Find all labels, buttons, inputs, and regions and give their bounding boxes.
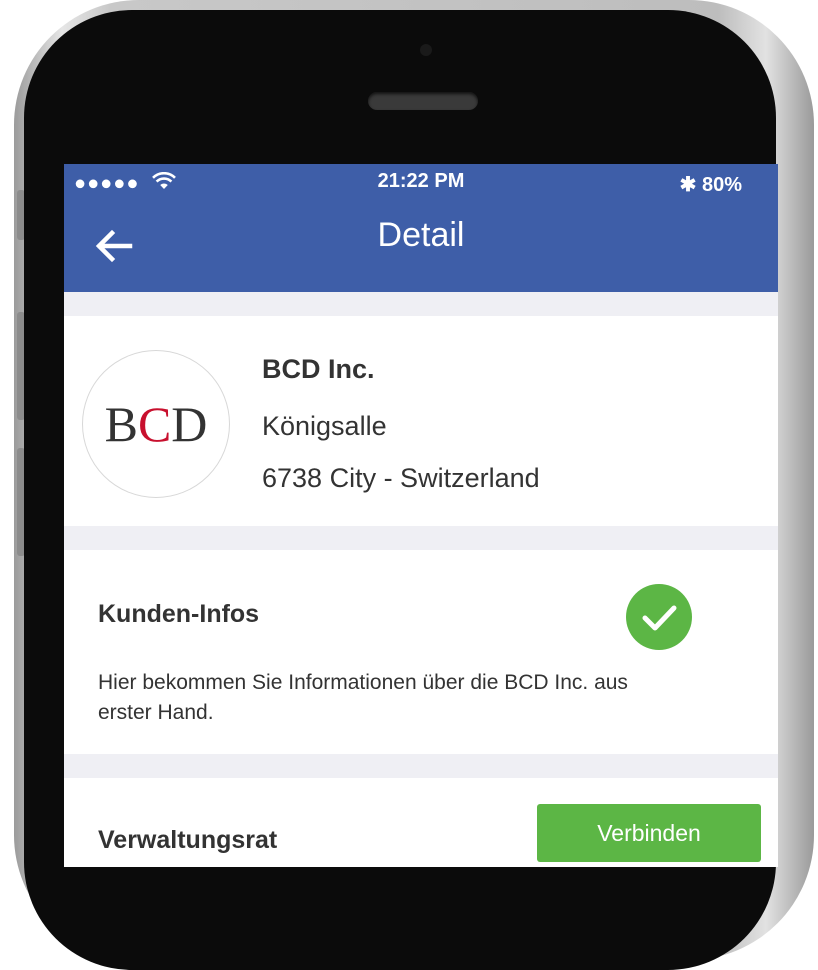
page-title: Detail	[377, 216, 465, 254]
company-street: Königsalle	[262, 411, 387, 441]
app-header: ●●●●● 21:22 PM ✱ 80% Detail	[64, 164, 778, 292]
company-name: BCD Inc.	[262, 354, 375, 384]
company-card: BCD BCD Inc. Königsalle 6738 City - Swit…	[64, 316, 778, 526]
connect-button[interactable]: Verbinden	[537, 804, 761, 862]
logo-letter-d: D	[171, 396, 208, 452]
check-icon	[626, 584, 692, 650]
front-camera	[420, 44, 432, 56]
bluetooth-icon: ✱	[679, 174, 697, 196]
company-logo: BCD	[82, 350, 230, 498]
board-card: Verwaltungsrat Verbinden	[64, 778, 778, 867]
logo-letter-b: B	[104, 396, 138, 452]
status-right: ✱ 80%	[680, 172, 742, 197]
customer-info-description: Hier bekommen Sie Informationen über die…	[98, 671, 628, 724]
earpiece-speaker	[368, 92, 478, 110]
customer-info-title: Kunden-Infos	[98, 600, 260, 628]
logo-letter-c: C	[137, 396, 172, 452]
customer-info-card[interactable]: Kunden-Infos Hier bekommen Sie Informati…	[64, 550, 778, 754]
app-screen: ●●●●● 21:22 PM ✱ 80% Detail BCD BCD Inc.…	[64, 164, 778, 867]
board-title: Verwaltungsrat	[98, 826, 278, 854]
battery-percent: 80%	[701, 174, 742, 196]
company-city: 6738 City - Switzerland	[262, 463, 540, 493]
status-time: 21:22 PM	[377, 170, 465, 192]
